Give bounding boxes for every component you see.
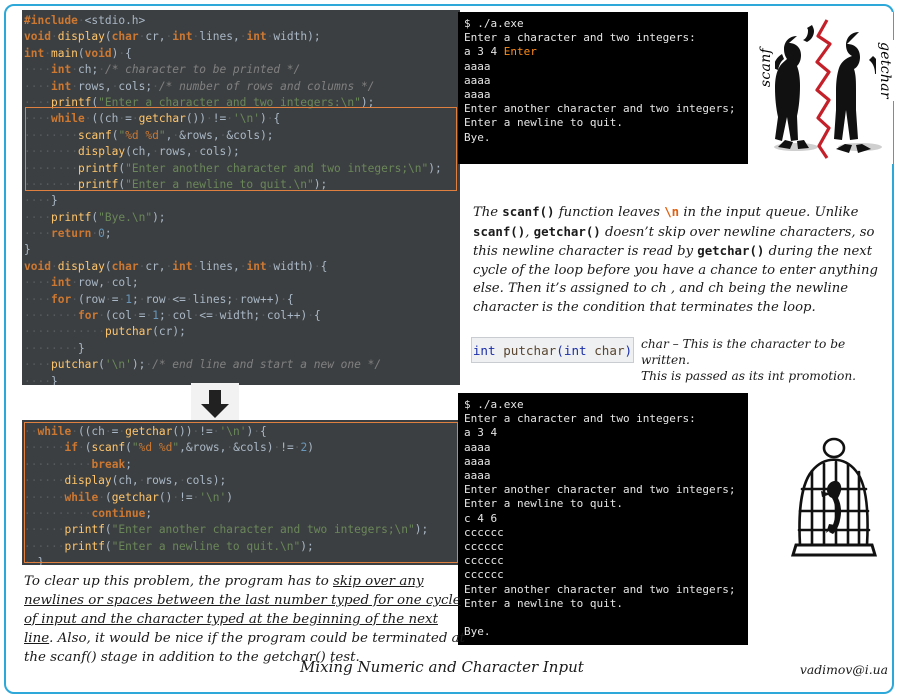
inline-code: scanf() [473,223,526,239]
code-line: ····return·0; [24,227,112,241]
signature-description: char – This is the character to be writt… [641,336,891,384]
terminal-line: aaaa [464,440,491,454]
code-line: ····for·(row·=·1;·row·<=·lines;·row++)·{ [24,292,294,306]
terminal-line: Enter another character and two integers… [464,483,736,497]
code-line: ····putchar('\n');·/* end line and start… [24,358,382,372]
signature-function-name: putchar [503,342,557,358]
inline-code: getchar() [533,223,601,239]
code-line: ········for·(col·=·1;·col·<=·width;·col+… [24,309,321,323]
signature-param-type: int [563,342,587,358]
inline-code: getchar() [697,243,765,259]
signature-param-name: char [594,342,625,358]
terminal-line: Enter a character and two integers: [464,31,696,45]
code-line: ······display(ch,·rows,·cols); [24,474,227,488]
terminal-line: aaaa [464,59,491,73]
bottom-note-text: To clear up this problem, the program ha… [24,574,334,589]
terminal-line: Bye. [464,130,491,144]
terminal-line: aaaa [464,454,491,468]
explanation-text: in the input queue. Unlike [679,205,859,220]
code-line: ····while·((ch·=·getchar())·!=·'\n')·{ [24,112,281,126]
terminal-line: Bye. [464,625,491,639]
code-block-original[interactable]: #include·<stdio.h> void·display(char·cr,·… [22,10,460,385]
code-line: ······printf("Enter another character an… [24,523,429,537]
terminal-first-run[interactable]: $ ./a.exe Enter a character and two integ… [458,12,748,164]
terminal-line: $ ./a.exe [464,17,524,30]
terminal-line: a 3 4 [464,426,498,440]
code-line: void·display(char·cr,·int·lines,·int·wid… [24,30,321,44]
author-credit: vadimov@i.ua [799,662,888,677]
terminal-line: cccccc [464,540,504,554]
terminal-line: Enter a newline to quit. [464,596,623,610]
code-line: ····printf("Bye.\n"); [24,210,166,224]
signature-close-paren: ) [624,342,633,358]
signature-description-line2: This is passed as its int promotion. [641,369,857,383]
terminal-line: Enter a character and two integers: [464,412,696,426]
illustration-bird-in-cage [780,435,888,563]
code-line: ······while·(getchar()·!=·'\n') [24,490,234,504]
key-press-token: Enter [503,45,537,59]
explanation-paragraph: The scanf() function leaves \n in the in… [473,203,887,318]
slide-page: #include·<stdio.h> void·display(char·cr,·… [0,0,900,700]
code-line: ··while·((ch·=·getchar())·!=·'\n')·{ [24,425,267,438]
code-line: ····int·row,·col; [24,276,139,290]
terminal-line: Enter another character and two integers… [464,102,736,116]
terminal-line: $ ./a.exe [464,398,524,411]
putchar-signature-box: int putchar(int char) [471,337,634,363]
code-line: ······if·(scanf("%d %d",&rows,·&cols)·!=… [24,441,315,455]
bottom-note-paragraph: To clear up this problem, the program ha… [24,572,466,667]
code-line: ··········break; [24,457,132,471]
explanation-text: , [525,224,534,240]
terminal-line: Enter a newline to quit. [464,116,623,130]
code-line: ····} [24,194,58,208]
code-line: ········} [24,341,85,355]
code-line: } [24,243,31,257]
label-scanf: scanf [757,46,775,90]
code-line: ············putchar(cr); [24,325,186,339]
signature-return-type: int [472,342,496,358]
terminal-line: a 3 4 Enter [464,45,537,59]
illustration-scanf-vs-getchar [763,12,893,164]
code-line: ····int·ch;·/* character to be printed *… [24,63,301,77]
code-line: ····} [24,374,58,385]
code-line: ········printf("Enter another character … [24,161,442,175]
terminal-line: c 4 6 [464,511,498,525]
terminal-line: cccccc [464,554,504,568]
terminal-line: aaaa [464,73,491,87]
newline-escape-token: \n [664,204,680,219]
inline-code: scanf() [502,204,555,219]
code-line: ········display(ch,·rows,·cols); [24,145,240,159]
signature-description-line1: char – This is the character to be writt… [641,337,846,367]
terminal-line: cccccc [464,568,504,582]
terminal-line: Enter another character and two integers… [464,582,736,596]
terminal-line: cccccc [464,525,504,539]
code-line: int·main(void)·{ [24,46,132,60]
page-caption: Mixing Numeric and Character Input [300,658,584,676]
code-line: ········printf("Enter a newline to quit.… [24,177,328,191]
code-line: ··} [24,556,45,565]
explanation-text: function leaves [554,205,665,220]
code-block-corrected[interactable]: ··while·((ch·=·getchar())·!=·'\n')·{ ····… [22,420,460,565]
down-arrow-icon [191,383,239,425]
terminal-line: aaaa [464,88,491,102]
code-line: ········scanf("%d %d",·&rows,·&cols); [24,128,274,142]
code-line: ··········continue; [24,506,153,520]
code-line: void·display(char·cr,·int·lines,·int·wid… [24,259,328,273]
code-line: ······printf("Enter a newline to quit.\n… [24,539,314,553]
explanation-text: The [473,205,503,220]
terminal-second-run[interactable]: $ ./a.exe Enter a character and two integ… [458,393,748,645]
terminal-line: Enter a newline to quit. [464,497,623,511]
label-getchar: getchar [876,40,894,101]
terminal-line: aaaa [464,469,491,483]
code-line: ····int·rows,·cols;·/* number of rows an… [24,79,375,93]
code-line: #include·<stdio.h> [24,14,146,27]
code-line: ····printf("Enter a character and two in… [24,95,375,109]
signature-open-paren: ( [556,342,564,358]
